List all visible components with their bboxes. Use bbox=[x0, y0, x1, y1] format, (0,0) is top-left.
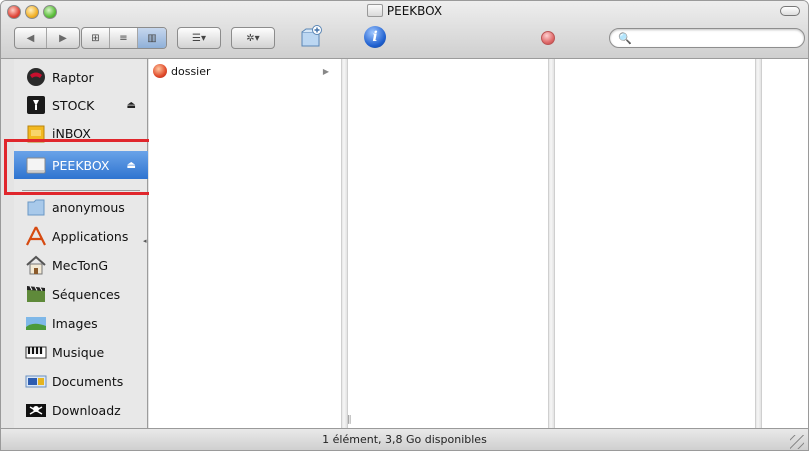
sidebar-item-label: STOCK bbox=[52, 97, 95, 113]
sidebar-item-label: Séquences bbox=[52, 286, 121, 302]
column-resize-grip-icon[interactable]: ∥ bbox=[347, 415, 352, 425]
sidebar-item-raptor[interactable]: Raptor bbox=[14, 63, 148, 91]
eject-icon[interactable]: ⏏ bbox=[127, 100, 136, 111]
sidebar: Raptor STOCK ⏏ iNBOX PEEKBOX ⏏ anonymous… bbox=[14, 59, 148, 428]
list-item-dossier[interactable]: dossier ▶ bbox=[153, 63, 335, 79]
disclosure-arrow-icon: ▶ bbox=[322, 66, 329, 76]
toolbar-toggle-button[interactable] bbox=[780, 6, 800, 16]
resize-grip-icon[interactable] bbox=[790, 435, 804, 449]
column-3 bbox=[555, 59, 755, 428]
sidebar-item-label: PEEKBOX bbox=[52, 157, 110, 173]
action-menu: ✲▾ bbox=[231, 27, 275, 49]
sidebar-item-documents[interactable]: Documents bbox=[14, 367, 148, 395]
removable-disk-icon bbox=[24, 153, 48, 177]
window-title-text: PEEKBOX bbox=[386, 4, 443, 18]
sidebar-item-label: Documents bbox=[52, 373, 124, 389]
sidebar-item-label: iNBOX bbox=[52, 125, 91, 141]
sidebar-item-downloadz[interactable]: Downloadz bbox=[14, 396, 148, 424]
sidebar-item-label: Raptor bbox=[52, 69, 94, 85]
list-view-button[interactable]: ≡ bbox=[110, 28, 138, 48]
sidebar-item-stock[interactable]: STOCK ⏏ bbox=[14, 91, 148, 119]
sidebar-item-label: Downloadz bbox=[52, 402, 121, 418]
sidebar-item-anonymous[interactable]: anonymous bbox=[14, 193, 148, 221]
column-1: dossier ▶ bbox=[149, 59, 341, 428]
forward-button[interactable]: ▶ bbox=[47, 28, 79, 48]
external-disk-icon bbox=[24, 93, 48, 117]
folder-icon bbox=[24, 195, 48, 219]
burn-icon[interactable] bbox=[541, 31, 555, 45]
sidebar-item-label: Applications bbox=[52, 228, 129, 244]
sidebar-item-mectong[interactable]: MecTonG bbox=[14, 251, 148, 279]
search-icon: 🔍 bbox=[618, 32, 632, 45]
item-label: dossier bbox=[171, 64, 211, 78]
movies-icon bbox=[24, 282, 48, 306]
documents-icon bbox=[24, 369, 48, 393]
column-view-button[interactable]: ▥ bbox=[138, 28, 166, 48]
column-browser: dossier ▶ ∥ bbox=[149, 59, 808, 428]
view-mode-buttons: ⊞ ≡ ▥ bbox=[81, 27, 167, 49]
sidebar-item-sequences[interactable]: Séquences bbox=[14, 280, 148, 308]
removable-disk-icon bbox=[366, 4, 383, 17]
search-field[interactable]: 🔍 bbox=[609, 28, 805, 48]
sidebar-divider bbox=[22, 190, 140, 191]
pictures-icon bbox=[24, 311, 48, 335]
hard-disk-icon bbox=[24, 65, 48, 89]
home-icon bbox=[24, 253, 48, 277]
finder-window: PEEKBOX ◀ ▶ ⊞ ≡ ▥ ☰▾ ✲▾ i 🔍 Raptor STOCK… bbox=[0, 0, 809, 451]
title-toolbar: PEEKBOX ◀ ▶ ⊞ ≡ ▥ ☰▾ ✲▾ i 🔍 bbox=[1, 1, 808, 59]
back-button[interactable]: ◀ bbox=[15, 28, 48, 48]
column-resizer[interactable] bbox=[341, 59, 348, 428]
get-info-icon[interactable]: i bbox=[364, 26, 386, 48]
navigation-buttons: ◀ ▶ bbox=[14, 27, 80, 49]
sidebar-item-label: Musique bbox=[52, 344, 105, 360]
status-bar: 1 élément, 3,8 Go disponibles bbox=[1, 428, 808, 450]
column-2 bbox=[348, 59, 548, 428]
applications-icon bbox=[24, 224, 48, 248]
sidebar-item-applications[interactable]: Applications bbox=[14, 222, 148, 250]
music-icon bbox=[24, 340, 48, 364]
sidebar-item-images[interactable]: Images bbox=[14, 309, 148, 337]
action-button[interactable]: ✲▾ bbox=[232, 28, 274, 48]
splitter-handle-icon: ◂ bbox=[143, 237, 147, 245]
downloads-icon bbox=[24, 398, 48, 422]
sidebar-item-label: MecTonG bbox=[52, 257, 109, 273]
column-resizer[interactable] bbox=[548, 59, 555, 428]
sidebar-item-label: anonymous bbox=[52, 199, 125, 215]
window-title: PEEKBOX bbox=[1, 4, 808, 18]
inbox-disk-icon bbox=[24, 121, 48, 145]
new-folder-icon[interactable] bbox=[298, 24, 324, 50]
sidebar-item-peekbox[interactable]: PEEKBOX ⏏ bbox=[14, 151, 148, 179]
column-resizer[interactable] bbox=[755, 59, 762, 428]
eject-icon[interactable]: ⏏ bbox=[127, 160, 136, 171]
sidebar-item-musique[interactable]: Musique bbox=[14, 338, 148, 366]
sidebar-item-label: Images bbox=[52, 315, 98, 331]
arrange-button[interactable]: ☰▾ bbox=[178, 28, 220, 48]
icon-view-button[interactable]: ⊞ bbox=[82, 28, 110, 48]
sidebar-item-inbox[interactable]: iNBOX bbox=[14, 119, 148, 147]
search-input[interactable] bbox=[634, 31, 794, 45]
arrange-menu: ☰▾ bbox=[177, 27, 221, 49]
status-text: 1 élément, 3,8 Go disponibles bbox=[322, 433, 487, 446]
folder-icon bbox=[153, 64, 167, 78]
